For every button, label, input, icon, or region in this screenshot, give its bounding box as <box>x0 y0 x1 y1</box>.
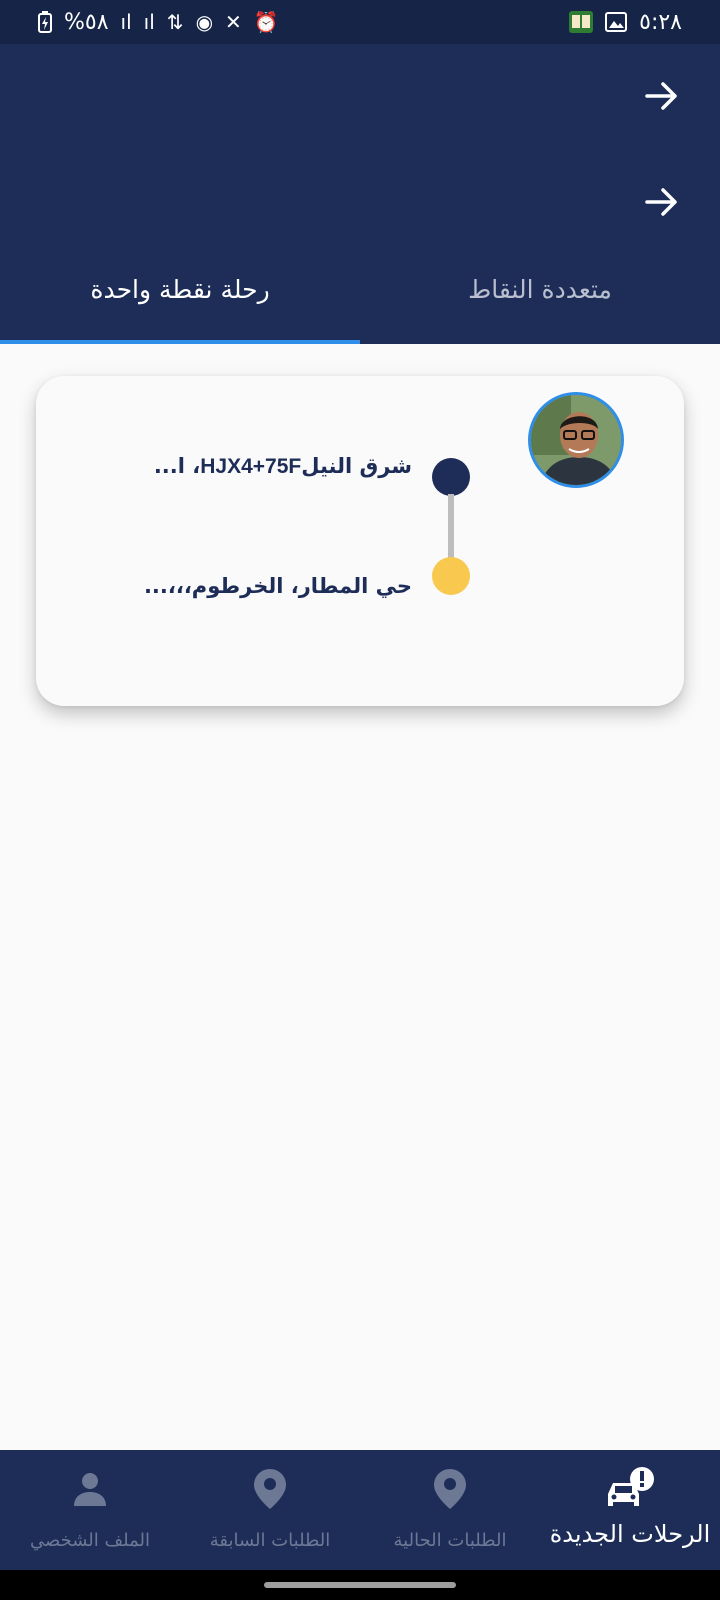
nav-label: الرحلات الجديدة <box>549 1520 711 1548</box>
system-gesture-bar <box>0 1570 720 1600</box>
nav-label: الطلبات الحالية <box>393 1530 507 1551</box>
dropoff-dot <box>432 557 470 595</box>
pickup-plus-code: HJX4+75F <box>200 455 302 478</box>
mute-icon: ✕ <box>225 10 242 34</box>
alarm-icon: ⏰ <box>253 10 279 34</box>
car-alert-icon <box>604 1466 656 1512</box>
dropoff-address: حي المطار، الخرطوم،،،... <box>143 574 412 598</box>
nav-label: الملف الشخصي <box>30 1530 150 1551</box>
image-icon <box>605 12 628 32</box>
clock: ٥:٢٨ <box>639 9 682 35</box>
nav-current-requests[interactable]: الطلبات الحالية <box>360 1450 540 1570</box>
arrow-right-icon[interactable] <box>640 180 684 224</box>
pickup-prefix: شرق النيل <box>301 454 412 478</box>
status-bar: %٥٨ ıl ıl ⇅ ◉ ✕ ⏰ ٥:٢٨ <box>0 0 720 44</box>
pickup-dot <box>432 458 470 496</box>
tab-label: متعددة النقاط <box>468 274 612 304</box>
bottom-navigation: الرحلات الجديدة الطلبات الحالية الطلبات … <box>0 1450 720 1570</box>
pickup-address: شرق النيلHJX4+75F، ا... <box>154 454 412 479</box>
signal-icon: ıl <box>120 10 132 34</box>
trip-card[interactable]: شرق النيلHJX4+75F، ا... حي المطار، الخرط… <box>36 376 684 706</box>
status-left: %٥٨ ıl ıl ⇅ ◉ ✕ ⏰ <box>38 10 279 35</box>
tab-label: رحلة نقطة واحدة <box>90 274 270 304</box>
battery-percent: %٥٨ <box>64 9 109 35</box>
tab-single-point[interactable]: رحلة نقطة واحدة <box>0 244 360 344</box>
hotspot-icon: ◉ <box>195 10 214 34</box>
signal-icon: ıl <box>143 10 155 34</box>
route-connector <box>448 494 454 560</box>
person-icon <box>73 1466 107 1512</box>
trip-type-tabs: رحلة نقطة واحدة متعددة النقاط <box>0 244 720 344</box>
home-gesture-handle[interactable] <box>264 1582 456 1588</box>
nav-new-trips[interactable]: الرحلات الجديدة <box>540 1450 720 1570</box>
avatar <box>528 392 624 488</box>
nav-profile[interactable]: الملف الشخصي <box>0 1450 180 1570</box>
app-header: رحلة نقطة واحدة متعددة النقاط <box>0 44 720 344</box>
pickup-suffix: ، ا... <box>153 454 201 478</box>
location-pin-icon <box>434 1466 466 1512</box>
arrow-right-icon[interactable] <box>640 74 684 118</box>
tab-multi-point[interactable]: متعددة النقاط <box>360 244 720 344</box>
nav-previous-requests[interactable]: الطلبات السابقة <box>180 1450 360 1570</box>
status-right: ٥:٢٨ <box>569 10 682 35</box>
battery-icon <box>38 11 52 33</box>
location-pin-icon <box>254 1466 286 1512</box>
nav-label: الطلبات السابقة <box>209 1530 331 1551</box>
data-arrows-icon: ⇅ <box>166 10 184 34</box>
book-app-icon <box>569 11 594 33</box>
